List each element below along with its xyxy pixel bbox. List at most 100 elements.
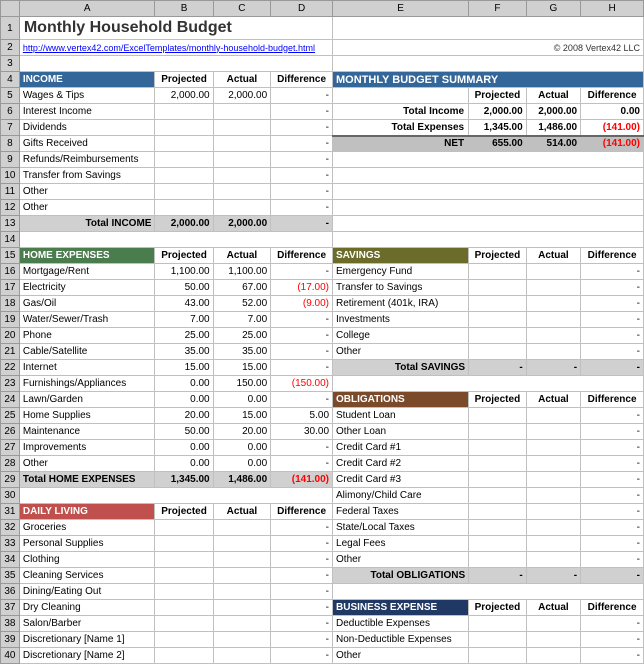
home-row-3-projected: 7.00 xyxy=(155,312,213,328)
summary-net-label: NET xyxy=(333,136,469,152)
daily-col-diff: Difference xyxy=(271,504,333,520)
home-row-12-projected: 0.00 xyxy=(155,456,213,472)
home-row-6-diff: - xyxy=(271,360,333,376)
income-row-1-label: Interest Income xyxy=(19,104,155,120)
income-row-4-actual xyxy=(213,152,271,168)
business-row-0-diff: - xyxy=(581,616,644,632)
income-row-3-actual xyxy=(213,136,271,152)
obligations-total-actual: - xyxy=(526,568,580,584)
income-row-7-actual xyxy=(213,200,271,216)
home-row-1-label: Electricity xyxy=(19,280,155,296)
daily-row-2-projected xyxy=(155,552,213,568)
savings-row-0-projected xyxy=(469,264,527,280)
daily-row-6-label: Salon/Barber xyxy=(19,616,155,632)
col-header-a: A xyxy=(19,1,155,17)
row-26: 26 xyxy=(1,424,20,440)
daily-row-3-diff: - xyxy=(271,568,333,584)
income-row-7-label: Other xyxy=(19,200,155,216)
obligations-row-3-label: Credit Card #2 xyxy=(333,456,469,472)
daily-col-projected: Projected xyxy=(155,504,213,520)
summary-header: MONTHLY BUDGET SUMMARY xyxy=(333,72,644,88)
income-row-5-diff: - xyxy=(271,168,333,184)
home-row-6-label: Internet xyxy=(19,360,155,376)
home-row-4-label: Phone xyxy=(19,328,155,344)
row-36: 36 xyxy=(1,584,20,600)
income-row-6-actual xyxy=(213,184,271,200)
income-col-actual: Actual xyxy=(213,72,271,88)
savings-row-0-label: Emergency Fund xyxy=(333,264,469,280)
obligations-row-9-actual xyxy=(526,552,580,568)
income-row-0-diff: - xyxy=(271,88,333,104)
income-total-diff: - xyxy=(271,216,333,232)
income-col-diff: Difference xyxy=(271,72,333,88)
home-row-12-label: Other xyxy=(19,456,155,472)
row-28: 28 xyxy=(1,456,20,472)
savings-row-1-actual xyxy=(526,280,580,296)
home-row-12-diff: - xyxy=(271,456,333,472)
obligations-row-5-projected xyxy=(469,488,527,504)
home-row-2-diff: (9.00) xyxy=(271,296,333,312)
row-25: 25 xyxy=(1,408,20,424)
daily-row-2-actual xyxy=(213,552,271,568)
business-row-2-diff: - xyxy=(581,648,644,664)
savings-row-0-diff: - xyxy=(581,264,644,280)
income-row-5-label: Transfer from Savings xyxy=(19,168,155,184)
obligations-row-6-label: Federal Taxes xyxy=(333,504,469,520)
row-27: 27 xyxy=(1,440,20,456)
obligations-row-7-diff: - xyxy=(581,520,644,536)
daily-row-3-actual xyxy=(213,568,271,584)
home-row-6-actual: 15.00 xyxy=(213,360,271,376)
obligations-row-0-diff: - xyxy=(581,408,644,424)
daily-row-8-label: Discretionary [Name 2] xyxy=(19,648,155,664)
row-22: 22 xyxy=(1,360,20,376)
savings-row-2-projected xyxy=(469,296,527,312)
daily-row-2-diff: - xyxy=(271,552,333,568)
savings-row-4-actual xyxy=(526,328,580,344)
row-4: 4 xyxy=(1,72,20,88)
obligations-row-6-projected xyxy=(469,504,527,520)
home-row-0-diff: - xyxy=(271,264,333,280)
home-row-3-actual: 7.00 xyxy=(213,312,271,328)
home-row-7-label: Furnishings/Appliances xyxy=(19,376,155,392)
row-7: 7 xyxy=(1,120,20,136)
income-row-7-diff: - xyxy=(271,200,333,216)
daily-row-6-actual xyxy=(213,616,271,632)
business-row-2-actual xyxy=(526,648,580,664)
home-row-4-projected: 25.00 xyxy=(155,328,213,344)
home-row-6-projected: 15.00 xyxy=(155,360,213,376)
row-38: 38 xyxy=(1,616,20,632)
income-row-7-projected xyxy=(155,200,213,216)
home-row-8-projected: 0.00 xyxy=(155,392,213,408)
daily-row-0-diff: - xyxy=(271,520,333,536)
home-row-1-actual: 67.00 xyxy=(213,280,271,296)
daily-row-5-projected xyxy=(155,600,213,616)
income-row-3-projected xyxy=(155,136,213,152)
home-row-7-diff: (150.00) xyxy=(271,376,333,392)
summary-empty-f5 xyxy=(333,88,469,104)
income-row-4-diff: - xyxy=(271,152,333,168)
home-row-10-projected: 50.00 xyxy=(155,424,213,440)
savings-row-3-actual xyxy=(526,312,580,328)
savings-total-actual: - xyxy=(526,360,580,376)
daily-row-5-diff: - xyxy=(271,600,333,616)
row-8: 8 xyxy=(1,136,20,152)
template-link[interactable]: http://www.vertex42.com/ExcelTemplates/m… xyxy=(19,40,332,56)
income-row-1-actual xyxy=(213,104,271,120)
row-14: 14 xyxy=(1,232,20,248)
summary-income-projected: 2,000.00 xyxy=(469,104,527,120)
obligations-col-diff: Difference xyxy=(581,392,644,408)
home-row-8-actual: 0.00 xyxy=(213,392,271,408)
home-row-9-diff: 5.00 xyxy=(271,408,333,424)
obligations-row-7-actual xyxy=(526,520,580,536)
home-row-5-projected: 35.00 xyxy=(155,344,213,360)
row-19: 19 xyxy=(1,312,20,328)
obligations-row-1-projected xyxy=(469,424,527,440)
home-row-10-actual: 20.00 xyxy=(213,424,271,440)
col-header-d: D xyxy=(271,1,333,17)
summary-net-projected: 655.00 xyxy=(469,136,527,152)
home-row-5-label: Cable/Satellite xyxy=(19,344,155,360)
summary-income-diff: 0.00 xyxy=(581,104,644,120)
savings-total-diff: - xyxy=(581,360,644,376)
summary-col-actual: Actual xyxy=(526,88,580,104)
savings-col-diff: Difference xyxy=(581,248,644,264)
